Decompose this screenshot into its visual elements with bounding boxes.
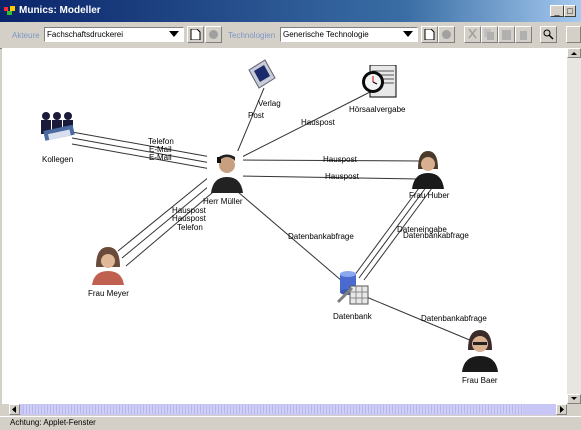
arrow-up-icon bbox=[571, 52, 577, 55]
extra-button[interactable] bbox=[566, 26, 581, 43]
edge-label-hauspost-hoersaal: Hauspost bbox=[301, 118, 335, 127]
model-canvas[interactable]: Kollegen Verlag Hörsaalvergabe Herr Müll… bbox=[2, 48, 567, 404]
person-photo-icon bbox=[92, 247, 124, 285]
hoersaal-node[interactable] bbox=[360, 64, 398, 99]
copy-icon bbox=[484, 29, 494, 40]
chevron-down-icon bbox=[169, 31, 179, 37]
document-icon bbox=[190, 29, 201, 40]
circle-icon bbox=[442, 30, 451, 39]
akteure-select[interactable]: Fachschaftsdruckerei bbox=[44, 27, 184, 42]
status-bar: Achtung: Applet-Fenster bbox=[0, 416, 581, 430]
magnifier-icon bbox=[543, 29, 554, 40]
scroll-left-button[interactable] bbox=[9, 404, 20, 415]
edge-label-post: Post bbox=[248, 111, 265, 120]
baer-node[interactable] bbox=[460, 328, 500, 372]
trash-icon bbox=[520, 31, 527, 40]
circle-button-2[interactable] bbox=[438, 26, 455, 43]
baer-label: Frau Baer bbox=[462, 376, 498, 385]
mueller-label: Herr Müller bbox=[203, 197, 243, 206]
copy-button[interactable] bbox=[481, 26, 498, 43]
edge-label-datenbankabfrage-huber: Datenbankabfrage bbox=[403, 231, 469, 240]
mueller-node[interactable] bbox=[207, 151, 243, 193]
book-icon bbox=[248, 59, 276, 89]
arrow-left-icon bbox=[12, 406, 16, 413]
delete-button[interactable] bbox=[515, 26, 532, 43]
circle-icon bbox=[209, 30, 218, 39]
meyer-label: Frau Meyer bbox=[88, 289, 129, 298]
huber-node[interactable] bbox=[408, 149, 446, 189]
window-title: Munics: Modeller bbox=[19, 5, 101, 16]
akteure-value: Fachschaftsdruckerei bbox=[47, 30, 124, 39]
datenbank-node[interactable] bbox=[334, 270, 372, 308]
new-document-button[interactable] bbox=[187, 26, 204, 43]
edge-label-datenbankabfrage-mueller: Datenbankabfrage bbox=[288, 232, 354, 241]
huber-label: Frau Huber bbox=[409, 191, 450, 200]
scroll-thumb[interactable] bbox=[23, 405, 523, 414]
app-icon bbox=[4, 5, 16, 16]
edge-label-hauspost-huber-2: Hauspost bbox=[325, 172, 359, 181]
minimize-button[interactable]: _ bbox=[550, 5, 564, 17]
circle-button[interactable] bbox=[205, 26, 222, 43]
kollegen-label: Kollegen bbox=[42, 155, 74, 164]
datenbank-label: Datenbank bbox=[333, 312, 372, 321]
verlag-node[interactable] bbox=[247, 58, 277, 92]
edge-label-email-2: E-Mail bbox=[149, 153, 172, 162]
search-button[interactable] bbox=[540, 26, 557, 43]
document-icon bbox=[424, 29, 435, 40]
status-text: Achtung: Applet-Fenster bbox=[10, 418, 96, 427]
scroll-down-button[interactable] bbox=[567, 394, 581, 404]
kollegen-node[interactable] bbox=[38, 110, 78, 146]
edge-label-datenbankabfrage-baer: Datenbankabfrage bbox=[421, 314, 487, 323]
database-icon bbox=[336, 271, 369, 305]
arrow-down-icon bbox=[571, 397, 577, 400]
person-photo-icon bbox=[207, 151, 243, 193]
scroll-right-button[interactable] bbox=[556, 404, 567, 415]
technologien-select[interactable]: Generische Technologie bbox=[280, 27, 418, 42]
scissors-icon bbox=[468, 29, 477, 39]
title-bar: Munics: Modeller _ □ bbox=[0, 0, 581, 22]
paste-icon bbox=[502, 30, 511, 40]
vertical-scrollbar[interactable] bbox=[567, 48, 581, 404]
edge-label-hauspost-huber-1: Hauspost bbox=[323, 155, 357, 164]
meyer-node[interactable] bbox=[90, 245, 126, 285]
technologien-label: Technologien bbox=[228, 31, 276, 40]
edge-label-telefon-meyer: Telefon bbox=[177, 223, 203, 232]
verlag-label: Verlag bbox=[258, 99, 281, 108]
hoersaal-label: Hörsaalvergabe bbox=[349, 105, 406, 114]
arrow-right-icon bbox=[560, 406, 564, 413]
edge-label-hauspost-meyer-2: Hauspost bbox=[172, 214, 206, 223]
toolbar: Akteure Fachschaftsdruckerei Technologie… bbox=[0, 22, 581, 49]
new-technology-button[interactable] bbox=[421, 26, 438, 43]
akteure-label: Akteure bbox=[12, 31, 40, 40]
maximize-button[interactable]: □ bbox=[564, 5, 576, 17]
cut-button[interactable] bbox=[464, 26, 481, 43]
person-photo-icon bbox=[412, 151, 444, 189]
paste-button[interactable] bbox=[498, 26, 515, 43]
technologien-value: Generische Technologie bbox=[283, 30, 369, 39]
calendar-clock-icon bbox=[362, 64, 397, 98]
horizontal-scrollbar[interactable] bbox=[9, 404, 567, 415]
person-photo-icon bbox=[462, 330, 498, 372]
group-people-icon bbox=[41, 112, 75, 141]
chevron-down-icon bbox=[403, 31, 413, 37]
scroll-up-button[interactable] bbox=[567, 48, 581, 58]
